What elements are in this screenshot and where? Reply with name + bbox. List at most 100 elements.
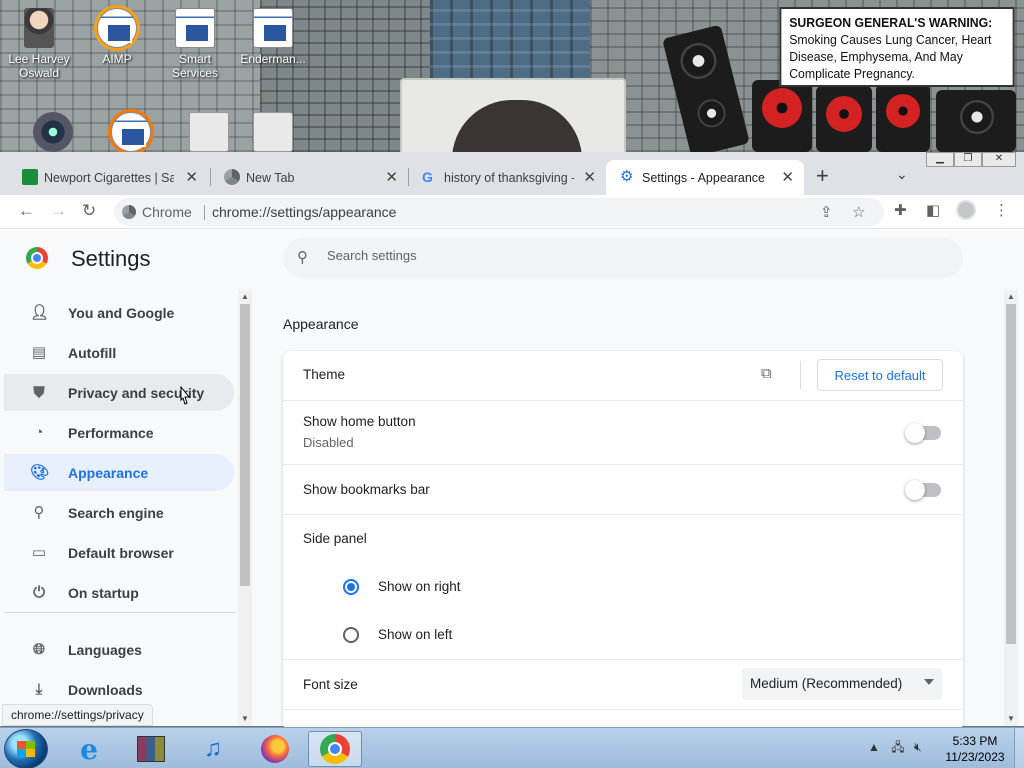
scroll-up-arrow-icon[interactable]: ▲: [1007, 292, 1015, 301]
clipboard-icon: ▤: [31, 343, 47, 361]
desktop-icon-aimp[interactable]: AIMP: [78, 8, 156, 66]
site-info-chip[interactable]: Chrome: [122, 204, 192, 220]
sidebar-item-label: Search engine: [68, 504, 164, 521]
desktop-icon-file[interactable]: [234, 112, 312, 152]
address-bar[interactable]: Chrome chrome://settings/appearance ⇪ ☆: [114, 198, 884, 226]
taskbar: e ♫ ▲ 🖧︎ 🔇︎ 5:33 PM 11/23/2023: [0, 727, 1024, 768]
sidebar-item-downloads[interactable]: ⤓ Downloads: [4, 671, 234, 708]
sidebar-item-languages[interactable]: 🌐︎ Languages: [4, 631, 234, 668]
shield-icon: ⛊: [33, 383, 45, 401]
sidebar-item-privacy-and-security[interactable]: ⛊ Privacy and security: [4, 374, 234, 411]
desktop-icon-smart-services[interactable]: Smart Services: [156, 8, 234, 80]
scrollbar-thumb[interactable]: [1006, 304, 1016, 644]
tab-newport[interactable]: Newport Cigarettes | Sav ✕: [8, 160, 208, 195]
show-on-left-label[interactable]: Show on left: [378, 627, 452, 642]
sidebar-item-search-engine[interactable]: ⚲ Search engine: [4, 494, 234, 531]
reload-icon[interactable]: ↻: [82, 201, 96, 221]
clock-time: 5:33 PM: [952, 734, 998, 748]
taskbar-clock[interactable]: 5:33 PM 11/23/2023: [940, 733, 1010, 765]
desktop-icon-camera[interactable]: [14, 112, 92, 152]
tab-search-chevron-icon[interactable]: ⌄: [896, 166, 908, 183]
newport-favicon: [22, 169, 38, 185]
home-button-row[interactable]: Show home button Disabled: [283, 400, 963, 464]
clock-date: 11/23/2023: [945, 750, 1005, 764]
close-icon[interactable]: ✕: [781, 168, 794, 186]
toolbar: ← → ↻ Chrome chrome://settings/appearanc…: [0, 195, 1024, 229]
show-hidden-icons-arrow-icon[interactable]: ▲: [868, 740, 880, 754]
menu-kebab-icon[interactable]: ⋮: [994, 201, 1009, 219]
main-scrollbar[interactable]: ▲ ▼: [1004, 290, 1018, 726]
theme-row[interactable]: Theme ⧉ Reset to default: [283, 351, 963, 400]
smart-services-icon: [175, 8, 215, 48]
power-icon: ⏻: [33, 583, 45, 601]
profile-avatar[interactable]: [956, 200, 976, 220]
system-tray: ▲ 🖧︎ 🔇︎: [868, 738, 922, 759]
external-link-icon[interactable]: ⧉: [761, 365, 779, 383]
close-icon[interactable]: ✕: [385, 168, 398, 186]
maximize-button[interactable]: ❐: [954, 152, 982, 167]
person-icon: [24, 8, 54, 48]
show-desktop-button[interactable]: [1014, 728, 1024, 768]
bookmark-star-icon[interactable]: ☆: [852, 203, 865, 221]
start-button[interactable]: [4, 729, 48, 768]
scroll-down-arrow-icon[interactable]: ▼: [241, 714, 249, 723]
network-icon[interactable]: 🖧︎: [891, 740, 904, 754]
music-icon[interactable]: ♫: [186, 731, 240, 767]
close-window-button[interactable]: ✕: [982, 152, 1016, 167]
desktop-icon-orange[interactable]: [92, 112, 170, 152]
bookmarks-bar-toggle[interactable]: [905, 480, 941, 500]
volume-muted-icon[interactable]: 🔇︎: [914, 740, 922, 754]
side-panel-icon[interactable]: ◧: [926, 201, 940, 219]
sidebar-item-on-startup[interactable]: ⏻ On startup: [4, 574, 234, 611]
extensions-puzzle-icon[interactable]: ✚: [894, 201, 907, 219]
chrome-logo-icon: [26, 247, 48, 269]
file-archive-icon[interactable]: [124, 731, 178, 767]
url-text[interactable]: chrome://settings/appearance: [212, 204, 396, 220]
tab-title: history of thanksgiving -: [444, 170, 574, 185]
sidebar-scrollbar[interactable]: ▲ ▼: [238, 290, 252, 726]
search-icon: ⚲: [33, 503, 45, 521]
desktop-icon-enderman[interactable]: Enderman...: [234, 8, 312, 66]
search-input[interactable]: [327, 248, 927, 263]
sidebar-item-label: Autofill: [68, 344, 117, 361]
sidebar-item-appearance[interactable]: 🎨︎ Appearance: [4, 454, 234, 491]
sidebar-item-label: Languages: [68, 641, 142, 658]
back-arrow-icon[interactable]: ←: [18, 201, 35, 221]
desktop-icon-lee-harvey-oswald[interactable]: Lee Harvey Oswald: [0, 8, 78, 80]
show-on-left-radio[interactable]: [343, 627, 359, 643]
reset-to-default-button[interactable]: Reset to default: [817, 359, 943, 391]
link-status-bubble: chrome://settings/privacy: [2, 704, 153, 726]
sidebar-item-you-and-google[interactable]: 👤︎ You and Google: [4, 294, 234, 331]
forward-arrow-icon[interactable]: →: [50, 201, 67, 221]
internet-explorer-icon[interactable]: e: [62, 731, 116, 767]
share-icon[interactable]: ⇪: [820, 203, 833, 221]
firefox-icon[interactable]: [248, 731, 302, 767]
settings-search[interactable]: ⚲: [283, 238, 963, 278]
show-on-right-radio[interactable]: [343, 579, 359, 595]
font-size-select[interactable]: Medium (Recommended): [742, 668, 942, 700]
scroll-down-arrow-icon[interactable]: ▼: [1007, 714, 1015, 723]
tab-settings-appearance[interactable]: ⚙ Settings - Appearance ✕: [606, 160, 804, 195]
new-tab-button[interactable]: +: [816, 165, 829, 187]
tab-new-tab[interactable]: New Tab ✕: [210, 160, 408, 195]
aimp-icon: [97, 8, 137, 48]
show-on-right-label[interactable]: Show on right: [378, 579, 461, 594]
close-icon[interactable]: ✕: [583, 168, 596, 186]
desktop-icon-label: AIMP: [102, 52, 132, 66]
row-divider: [800, 361, 801, 389]
desktop-icon-label: Lee Harvey Oswald: [8, 52, 70, 80]
surgeon-general-warning: SURGEON GENERAL'S WARNING: Smoking Cause…: [779, 7, 1015, 87]
chrome-icon[interactable]: [308, 731, 362, 767]
scroll-up-arrow-icon[interactable]: ▲: [241, 292, 249, 301]
sidebar-item-autofill[interactable]: ▤ Autofill: [4, 334, 234, 371]
home-button-toggle[interactable]: [905, 423, 941, 443]
sidebar-item-default-browser[interactable]: ▭ Default browser: [4, 534, 234, 571]
mouse-pointer-icon: [178, 385, 192, 408]
tab-history-of-thanksgiving[interactable]: G history of thanksgiving - ✕: [408, 160, 606, 195]
close-icon[interactable]: ✕: [185, 168, 198, 186]
scrollbar-thumb[interactable]: [240, 304, 250, 586]
sidebar-item-performance[interactable]: ◔ Performance: [4, 414, 234, 451]
sidebar-item-label: Appearance: [68, 464, 149, 481]
bookmarks-bar-row[interactable]: Show bookmarks bar: [283, 464, 963, 514]
minimize-button[interactable]: ▁: [926, 152, 954, 167]
